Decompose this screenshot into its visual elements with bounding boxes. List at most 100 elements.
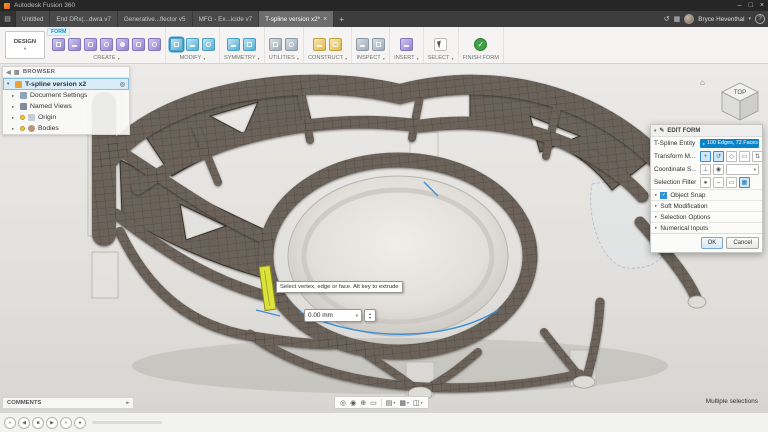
multi-mode-button[interactable]: ⇅ bbox=[752, 151, 763, 162]
visibility-bulb-icon[interactable] bbox=[20, 115, 25, 120]
utilities-menu[interactable]: UTILITIES▾ bbox=[269, 53, 299, 61]
insert-menu[interactable]: INSERT▾ bbox=[394, 53, 419, 61]
select-menu[interactable]: SELECT▾ bbox=[428, 53, 454, 61]
modify-menu[interactable]: MODIFY▾ bbox=[180, 53, 206, 61]
browser-root-item[interactable]: ▾ T-spline version x2 ◎ bbox=[3, 78, 129, 90]
dimension-input[interactable]: 0.00 mm ▾ bbox=[304, 309, 362, 322]
caret-right-icon[interactable]: ▸ bbox=[12, 93, 17, 99]
help-icon[interactable]: ? bbox=[755, 14, 765, 24]
app-grid-icon[interactable]: ▦ bbox=[674, 15, 681, 23]
world-space-button[interactable]: ⊥ bbox=[700, 164, 711, 175]
create-sphere-icon[interactable] bbox=[100, 38, 113, 51]
inspect-menu[interactable]: INSPECT▾ bbox=[356, 53, 384, 61]
display-settings-menu[interactable]: ▤▾ bbox=[386, 399, 396, 407]
entity-selection-chip[interactable]: ▸ 100 Edges, 72 Faces bbox=[700, 139, 759, 148]
tab-end-dr[interactable]: End DRx(...dwra v7 bbox=[50, 11, 118, 27]
home-view-icon[interactable]: ⌂ bbox=[700, 78, 705, 87]
finish-form-icon[interactable]: ✓ bbox=[474, 38, 487, 51]
edit-form-tool-active[interactable] bbox=[170, 38, 183, 51]
scale-mode-button[interactable]: ◇ bbox=[726, 151, 737, 162]
selection-options-section[interactable]: ▸ Selection Options bbox=[651, 211, 762, 222]
circular-internal-icon[interactable] bbox=[243, 38, 256, 51]
construct-menu[interactable]: CONSTRUCT▾ bbox=[308, 53, 347, 61]
edit-form-header[interactable]: ▾ ✎ EDIT FORM bbox=[651, 125, 762, 137]
spin-down-icon[interactable]: ▾ bbox=[369, 316, 371, 320]
create-box-icon[interactable] bbox=[52, 38, 65, 51]
translate-mode-button[interactable]: + bbox=[700, 151, 711, 162]
caret-right-icon[interactable]: ▸ bbox=[12, 104, 17, 110]
mirror-internal-icon[interactable] bbox=[227, 38, 240, 51]
measure-icon[interactable] bbox=[356, 38, 369, 51]
fill-hole-icon[interactable] bbox=[202, 38, 215, 51]
visibility-bulb-icon[interactable] bbox=[20, 126, 25, 131]
view-space-button[interactable]: ◉ bbox=[713, 164, 724, 175]
create-quadball-icon[interactable] bbox=[148, 38, 161, 51]
repair-body-icon[interactable] bbox=[285, 38, 298, 51]
browser-item-named-views[interactable]: ▸ Named Views bbox=[3, 101, 129, 112]
display-mode-icon[interactable] bbox=[269, 38, 282, 51]
rotate-mode-button[interactable]: ↺ bbox=[713, 151, 724, 162]
tab-mfg[interactable]: MFG - Ex...icide v7 bbox=[193, 11, 260, 27]
vertex-filter-button[interactable]: ● bbox=[700, 177, 711, 188]
minimize-button[interactable]: – bbox=[738, 0, 742, 11]
create-cylinder-icon[interactable] bbox=[84, 38, 97, 51]
fit-icon[interactable]: ▭ bbox=[370, 399, 377, 407]
collapse-panel-icon[interactable]: ◀ bbox=[6, 69, 11, 76]
timeline-skip-end-button[interactable]: » bbox=[60, 417, 72, 429]
cancel-button[interactable]: Cancel bbox=[726, 237, 759, 249]
object-snap-section[interactable]: ▸ ✓ Object Snap bbox=[651, 189, 762, 200]
construct-plane-icon[interactable] bbox=[313, 38, 326, 51]
create-pipe-icon[interactable] bbox=[132, 38, 145, 51]
timeline-marker[interactable]: ● bbox=[74, 417, 86, 429]
symmetry-menu[interactable]: SYMMETRY▾ bbox=[224, 53, 260, 61]
new-tab-button[interactable]: + bbox=[334, 11, 349, 27]
timeline-play-button[interactable]: ▶ bbox=[46, 417, 58, 429]
viewcube-cube[interactable]: TOP bbox=[714, 76, 762, 124]
create-torus-icon[interactable] bbox=[116, 38, 129, 51]
coordinate-space-select[interactable]: ▾ bbox=[726, 164, 759, 175]
model-viewport[interactable]: ◀ ▦ BROWSER ▾ T-spline version x2 ◎ ▸ Do… bbox=[0, 64, 768, 412]
maximize-button[interactable]: □ bbox=[749, 0, 753, 11]
timeline-step-back-button[interactable]: ◀ bbox=[18, 417, 30, 429]
browser-item-bodies[interactable]: ▸ Bodies bbox=[3, 123, 129, 134]
avatar[interactable] bbox=[684, 14, 694, 24]
look-at-icon[interactable]: ◉ bbox=[350, 399, 356, 407]
display-settings-icon[interactable]: ◎ bbox=[120, 81, 125, 88]
job-status-icon[interactable]: ↺ bbox=[664, 15, 670, 23]
context-tab-form[interactable]: FORM bbox=[47, 28, 70, 36]
browser-item-document-settings[interactable]: ▸ Document Settings bbox=[3, 90, 129, 101]
all-filter-button[interactable]: ▦ bbox=[739, 177, 750, 188]
dimension-spinner[interactable]: ▴ ▾ bbox=[364, 309, 376, 322]
insert-mesh-icon[interactable] bbox=[400, 38, 413, 51]
zoom-icon[interactable]: ⊕ bbox=[360, 399, 366, 407]
caret-down-icon[interactable]: ▾ bbox=[7, 81, 12, 87]
viewports-menu[interactable]: ◫▾ bbox=[413, 399, 423, 407]
tab-untitled[interactable]: Untitled bbox=[16, 11, 50, 27]
timeline-skip-start-button[interactable]: « bbox=[4, 417, 16, 429]
workspace-switcher[interactable]: DESIGN ▾ bbox=[5, 31, 45, 59]
user-name[interactable]: Bryce Heventhal bbox=[698, 16, 744, 23]
face-filter-button[interactable]: ▭ bbox=[726, 177, 737, 188]
tab-generative[interactable]: Generative...flector v5 bbox=[118, 11, 193, 27]
finish-form-button[interactable]: FINISH FORM bbox=[463, 53, 499, 61]
caret-right-icon[interactable]: ▸ bbox=[12, 115, 17, 121]
tab-close-icon[interactable]: × bbox=[323, 16, 327, 23]
transform-mode-button[interactable]: ▭ bbox=[739, 151, 750, 162]
edge-filter-button[interactable]: – bbox=[713, 177, 724, 188]
timeline-stop-button[interactable]: ■ bbox=[32, 417, 44, 429]
create-plane-icon[interactable] bbox=[68, 38, 81, 51]
tab-tspline-active[interactable]: T-spline version x2* × bbox=[259, 11, 334, 27]
expand-comments-icon[interactable]: ▸ bbox=[126, 400, 129, 406]
grid-settings-menu[interactable]: ▦▾ bbox=[399, 399, 409, 407]
section-analysis-icon[interactable] bbox=[372, 38, 385, 51]
comments-panel[interactable]: COMMENTS ▸ bbox=[2, 397, 134, 409]
ok-button[interactable]: OK bbox=[701, 237, 724, 249]
insert-edge-icon[interactable] bbox=[186, 38, 199, 51]
select-cursor-icon[interactable] bbox=[434, 38, 447, 51]
orbit-icon[interactable]: ◎ bbox=[340, 399, 346, 407]
object-snap-checkbox[interactable]: ✓ bbox=[660, 192, 667, 199]
data-panel-toggle[interactable]: ▤ bbox=[0, 11, 16, 27]
viewcube[interactable]: ⌂ TOP bbox=[700, 76, 762, 124]
construct-axis-icon[interactable] bbox=[329, 38, 342, 51]
timeline-track[interactable] bbox=[92, 421, 162, 424]
